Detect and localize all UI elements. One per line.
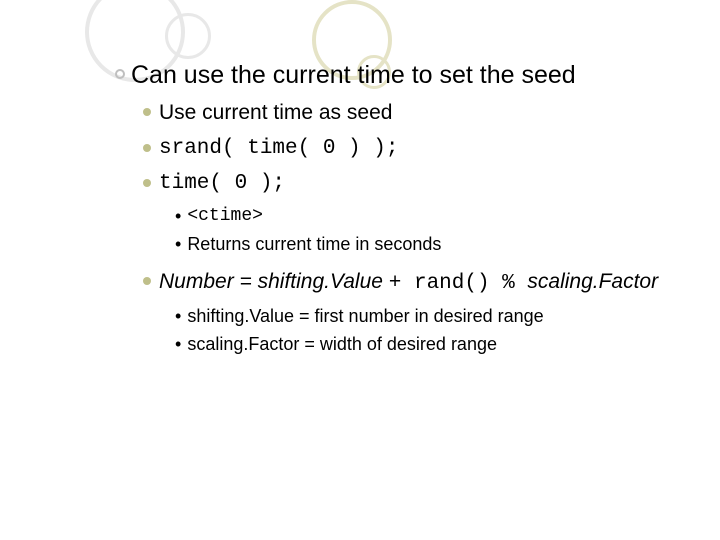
dash-bullet-icon: •: [175, 233, 181, 256]
dash-bullet-icon: •: [175, 205, 181, 228]
heading-row: Can use the current time to set the seed: [115, 60, 675, 91]
list-item: Use current time as seed: [143, 99, 675, 126]
slide-content: Can use the current time to set the seed…: [115, 60, 675, 360]
dash-bullet-icon: •: [175, 333, 181, 356]
formula-plain: scaling.Factor: [527, 270, 658, 293]
dot-bullet-icon: [143, 179, 151, 187]
circle-icon: [165, 13, 211, 59]
sub-item: • <ctime>: [175, 205, 675, 228]
heading-text: Can use the current time to set the seed: [131, 60, 576, 91]
dash-bullet-icon: •: [175, 305, 181, 328]
list-item: srand( time( 0 ) );: [143, 135, 675, 162]
formula-text: Number = shifting.Value + rand() % scali…: [159, 268, 658, 297]
hollow-bullet-icon: [115, 69, 125, 79]
list-item: time( 0 );: [143, 170, 675, 197]
dot-bullet-icon: [143, 144, 151, 152]
dot-bullet-icon: [143, 277, 151, 285]
sub-item-text: scaling.Factor = width of desired range: [187, 333, 497, 356]
formula-code: + rand() %: [389, 272, 528, 295]
list-item-text: Use current time as seed: [159, 99, 392, 126]
list-item-code: srand( time( 0 ) );: [159, 135, 398, 162]
sub-item-code: <ctime>: [187, 205, 263, 228]
sub-item-text: shifting.Value = first number in desired…: [187, 305, 543, 328]
sub-item: • Returns current time in seconds: [175, 233, 675, 256]
list-item-code: time( 0 );: [159, 170, 285, 197]
sub-item: • scaling.Factor = width of desired rang…: [175, 333, 675, 356]
formula-plain: Number = shifting.Value: [159, 270, 389, 293]
sub-item: • shifting.Value = first number in desir…: [175, 305, 675, 328]
dot-bullet-icon: [143, 108, 151, 116]
sub-item-text: Returns current time in seconds: [187, 233, 441, 256]
list-item-formula: Number = shifting.Value + rand() % scali…: [143, 268, 675, 297]
